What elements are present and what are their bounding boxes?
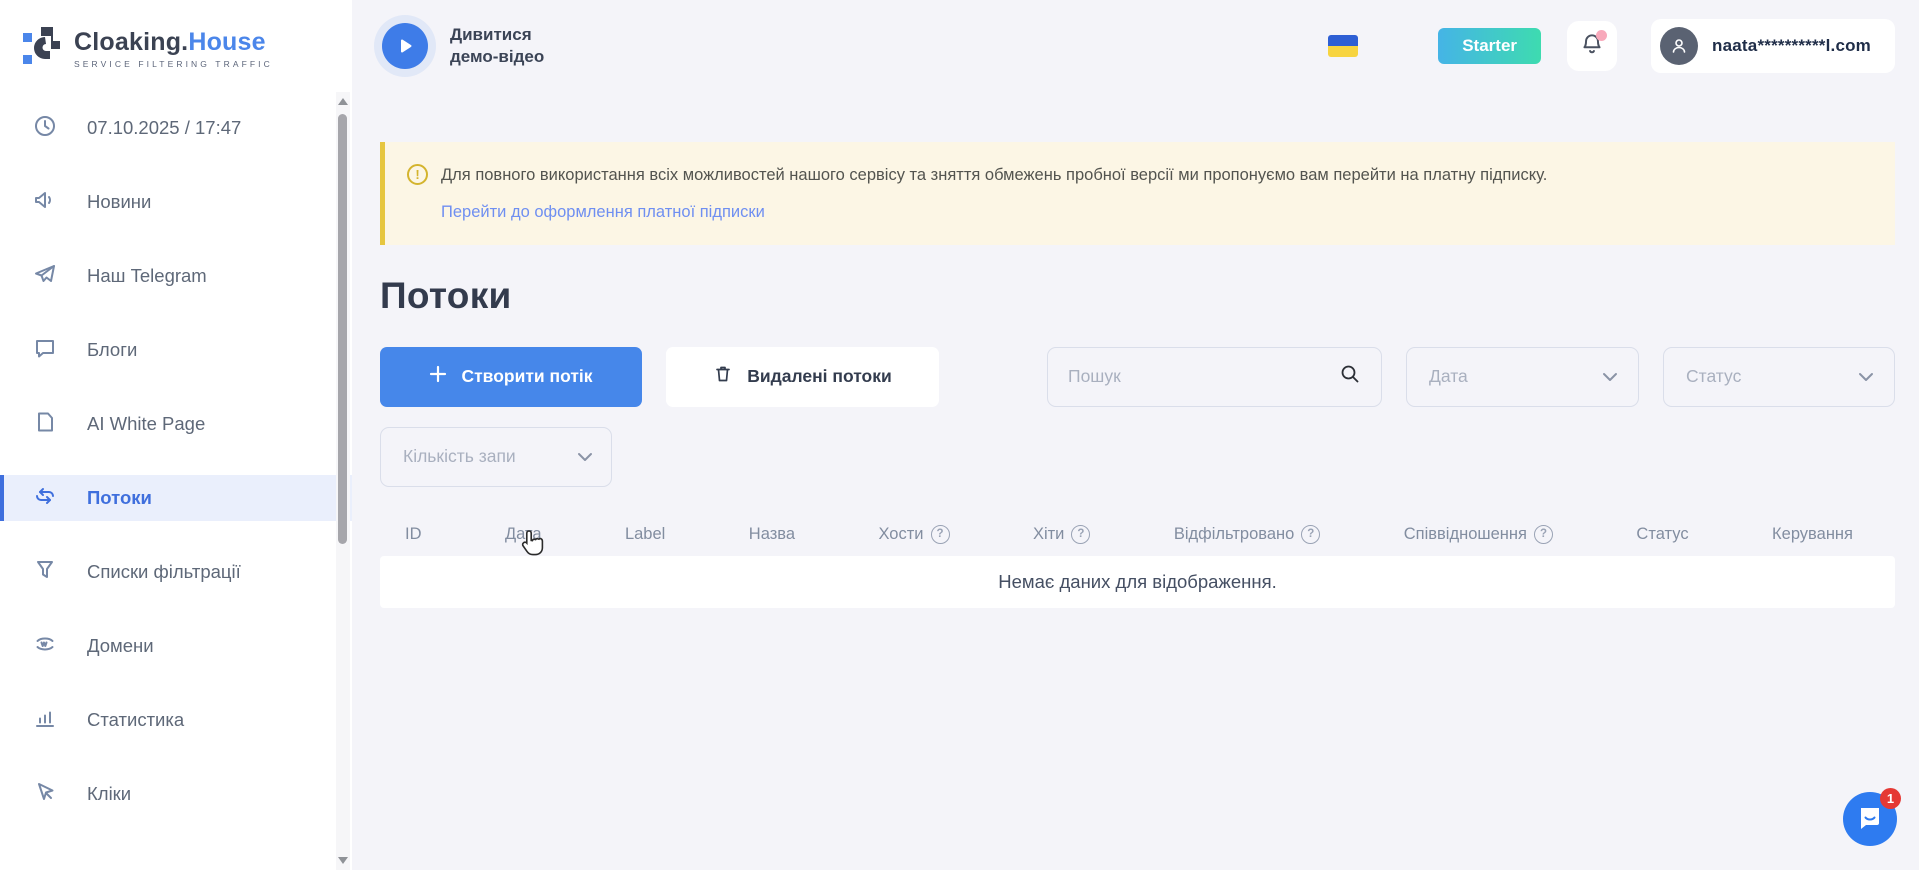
chat-widget-icon: [1856, 803, 1884, 836]
sidebar-datetime: 07.10.2025 / 17:47: [0, 105, 352, 151]
column-header-id: ID: [405, 525, 422, 544]
page-title: Потоки: [380, 275, 1895, 317]
sidebar-item-label: AI White Page: [87, 413, 205, 435]
trial-banner: ! Для повного використання всіх можливос…: [380, 142, 1895, 245]
demo-video-button[interactable]: Дивитися демо-відео: [382, 23, 544, 69]
scrollbar-thumb[interactable]: [338, 114, 347, 544]
sidebar-item-telegram[interactable]: Наш Telegram: [0, 253, 352, 299]
brand-tagline: SERVICE FILTERING TRAFFIC: [74, 59, 273, 69]
play-icon[interactable]: [382, 23, 428, 69]
scrollbar-down-arrow-icon[interactable]: [338, 857, 348, 864]
bar-chart-icon: [33, 706, 57, 735]
brand-primary: Cloaking.: [74, 28, 188, 56]
language-flag-icon[interactable]: [1328, 35, 1358, 57]
sidebar-item-label: Наш Telegram: [87, 265, 207, 287]
app-root: Cloaking.House SERVICE FILTERING TRAFFIC…: [0, 0, 1919, 870]
column-header-status: Статус: [1636, 525, 1688, 544]
topbar: Дивитися демо-відео Starter: [352, 0, 1919, 92]
domain-icon: [33, 632, 57, 661]
megaphone-icon: [33, 188, 57, 217]
demo-video-label: Дивитися демо-відео: [450, 24, 544, 68]
chat-bubble-icon: [33, 336, 57, 365]
sidebar-item-streams[interactable]: Потоки: [0, 475, 352, 521]
warning-icon: !: [407, 164, 428, 185]
sidebar-item-clicks[interactable]: Кліки: [0, 771, 352, 817]
help-icon[interactable]: ?: [1534, 525, 1553, 544]
brand-accent: House: [188, 28, 265, 56]
sidebar-item-ai-white-page[interactable]: AI White Page: [0, 401, 352, 447]
plus-icon: [429, 365, 447, 388]
sidebar-item-statistics[interactable]: Статистика: [0, 697, 352, 743]
column-header-filtered: Відфільтровано?: [1174, 525, 1320, 544]
sidebar-nav: 07.10.2025 / 17:47 Новини Наш Telegram Б…: [0, 73, 352, 817]
table-header-row: ID Дата Label Назва Хости? Хіти? Відфіль…: [380, 525, 1895, 544]
streams-icon: [33, 484, 57, 513]
status-filter-select[interactable]: Статус: [1663, 347, 1895, 407]
sidebar-item-label: Новини: [87, 191, 151, 213]
clock-icon: [33, 114, 57, 143]
page-icon: [33, 410, 57, 439]
logo[interactable]: Cloaking.House SERVICE FILTERING TRAFFIC: [0, 0, 352, 73]
content: ! Для повного використання всіх можливос…: [352, 142, 1919, 608]
column-header-manage: Керування: [1772, 525, 1853, 544]
help-icon[interactable]: ?: [1301, 525, 1320, 544]
deleted-streams-button[interactable]: Видалені потоки: [666, 347, 939, 407]
sidebar-scrollbar[interactable]: [336, 92, 350, 870]
avatar: [1660, 27, 1698, 65]
sidebar-item-label: Потоки: [87, 487, 152, 509]
notification-dot: [1596, 30, 1607, 41]
date-filter-select[interactable]: Дата: [1406, 347, 1639, 407]
logo-icon: [22, 24, 64, 73]
sidebar-item-label: Блоги: [87, 339, 137, 361]
account-menu[interactable]: naata**********l.com: [1651, 19, 1895, 73]
controls-row: Створити потік Видалені потоки Дата: [380, 347, 1895, 407]
search-field: [1047, 347, 1382, 407]
sidebar-item-label: Кліки: [87, 783, 131, 805]
chat-widget-button[interactable]: 1: [1843, 792, 1897, 846]
per-page-select[interactable]: Кількість запи: [380, 427, 612, 487]
upgrade-link[interactable]: Перейти до оформлення платної підписки: [441, 200, 765, 225]
create-stream-button[interactable]: Створити потік: [380, 347, 642, 407]
notifications-button[interactable]: [1567, 21, 1617, 71]
chat-unread-badge: 1: [1880, 788, 1901, 809]
controls-row-2: Кількість запи: [380, 427, 1895, 487]
column-header-label: Label: [625, 525, 665, 544]
column-header-ratio: Співвідношення?: [1404, 525, 1553, 544]
column-header-name: Назва: [749, 525, 795, 544]
sidebar: Cloaking.House SERVICE FILTERING TRAFFIC…: [0, 0, 352, 870]
chevron-down-icon: [1602, 366, 1618, 387]
sidebar-datetime-label: 07.10.2025 / 17:47: [87, 117, 241, 139]
sidebar-item-label: Статистика: [87, 709, 184, 731]
help-icon[interactable]: ?: [1071, 525, 1090, 544]
sidebar-item-blogs[interactable]: Блоги: [0, 327, 352, 373]
plan-badge[interactable]: Starter: [1438, 28, 1541, 64]
scrollbar-up-arrow-icon[interactable]: [338, 98, 348, 105]
topbar-right: Starter naata**********l.com: [1328, 19, 1895, 73]
help-icon[interactable]: ?: [931, 525, 950, 544]
column-header-date: Дата: [505, 525, 542, 544]
column-header-hits: Хіти?: [1033, 525, 1090, 544]
cursor-icon: [33, 780, 57, 809]
telegram-icon: [33, 262, 57, 291]
sidebar-item-filter-lists[interactable]: Списки фільтрації: [0, 549, 352, 595]
chevron-down-icon: [577, 446, 593, 467]
brand-name: Cloaking.House: [74, 28, 273, 57]
sidebar-item-news[interactable]: Новини: [0, 179, 352, 225]
sidebar-item-domains[interactable]: Домени: [0, 623, 352, 669]
chevron-down-icon: [1858, 366, 1874, 387]
search-icon[interactable]: [1339, 363, 1361, 390]
column-header-hosts: Хости?: [878, 525, 949, 544]
table-empty-state: Немає даних для відображення.: [380, 556, 1895, 608]
sidebar-item-label: Списки фільтрації: [87, 561, 241, 583]
main-area: Дивитися демо-відео Starter: [352, 0, 1919, 870]
sidebar-item-label: Домени: [87, 635, 154, 657]
account-email: naata**********l.com: [1712, 36, 1871, 56]
banner-text: Для повного використання всіх можливосте…: [441, 163, 1547, 188]
search-input[interactable]: [1068, 366, 1339, 387]
funnel-icon: [33, 558, 57, 587]
trash-icon: [713, 364, 733, 389]
